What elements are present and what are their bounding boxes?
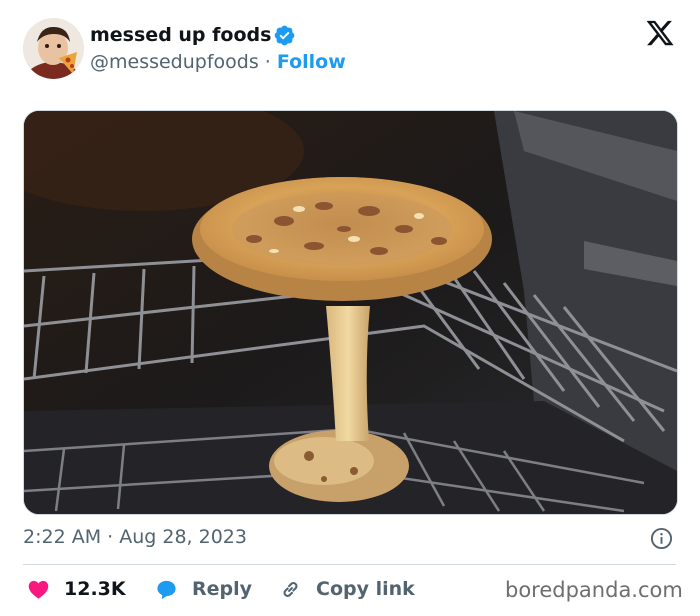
divider [23,564,676,565]
info-icon[interactable] [650,527,673,550]
link-icon [283,581,298,597]
watermark: boredpanda.com [505,578,683,602]
timestamp-separator: · [101,526,120,548]
heart-icon [28,580,49,599]
like-button[interactable]: 12.3K [27,576,126,602]
handle-separator: · [258,51,277,73]
pizza-oven-photo [24,111,677,514]
author-handle-row: @messedupfoods · Follow [90,49,346,75]
copy-link-button[interactable]: Copy link [279,576,415,602]
timestamp-date: Aug 28, 2023 [119,526,247,548]
avatar[interactable] [23,18,84,79]
verified-badge-icon [274,25,295,46]
reply-bubble-icon [157,580,176,599]
reply-label: Reply [192,578,253,600]
avatar-image [23,18,84,79]
author-display-name[interactable]: messed up foods [90,22,271,48]
tweet-card: messed up foods @messedupfoods · Follow [0,0,700,616]
like-count: 12.3K [64,578,126,600]
author-handle[interactable]: @messedupfoods [90,51,259,73]
tweet-timestamp[interactable]: 2:22 AM · Aug 28, 2023 [23,524,247,550]
timestamp-time: 2:22 AM [23,526,102,548]
copy-link-label: Copy link [316,578,415,600]
reply-button[interactable]: Reply [155,576,252,602]
x-logo-icon[interactable] [645,18,675,48]
follow-button[interactable]: Follow [277,51,346,73]
tweet-media-image[interactable] [23,110,678,515]
